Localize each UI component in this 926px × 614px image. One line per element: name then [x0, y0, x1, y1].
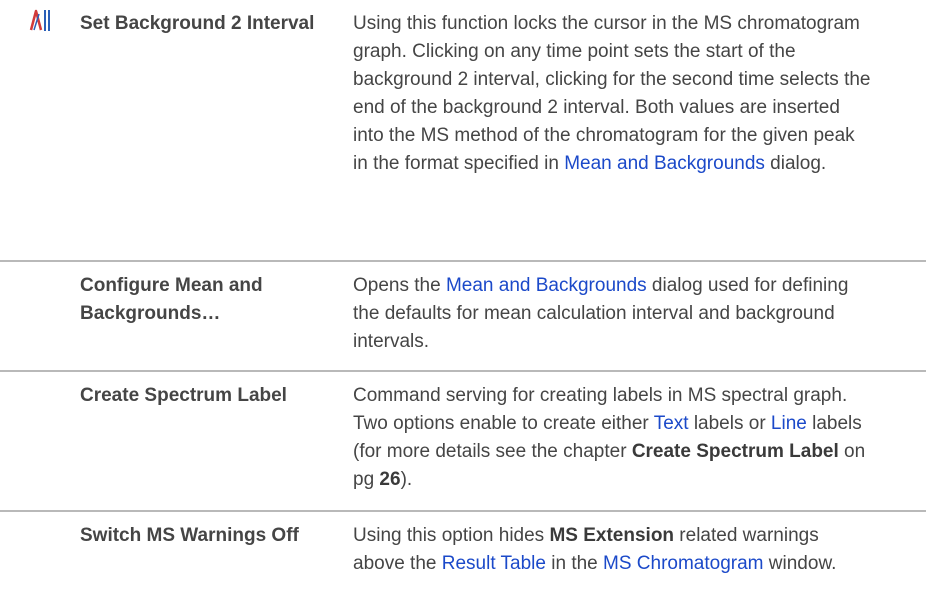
mean-and-backgrounds-link[interactable]: Mean and Backgrounds	[446, 275, 647, 296]
command-description: Using this option hides MS Extension rel…	[353, 522, 873, 578]
text-link[interactable]: Text	[654, 413, 689, 434]
command-description: Opens the Mean and Backgrounds dialog us…	[353, 272, 873, 356]
command-name: Configure Mean and Backgrounds…	[80, 275, 263, 324]
result-table-link[interactable]: Result Table	[442, 553, 546, 574]
description-text: Opens the	[353, 275, 446, 296]
mean-and-backgrounds-link[interactable]: Mean and Backgrounds	[564, 153, 765, 174]
chapter-reference: Create Spectrum Label	[631, 441, 839, 462]
line-link[interactable]: Line	[771, 413, 807, 434]
command-name: Create Spectrum Label	[80, 385, 287, 406]
description-text: ).	[400, 469, 413, 490]
page-number: 26	[379, 469, 401, 490]
command-name: Switch MS Warnings Off	[80, 525, 299, 546]
command-name: Set Background 2 Interval	[80, 13, 315, 34]
description-text: in the	[545, 553, 604, 574]
description-text: dialog.	[764, 153, 827, 174]
row-separator	[0, 510, 926, 512]
ms-chromatogram-link[interactable]: MS Chromatogram	[603, 553, 764, 574]
row-separator	[0, 260, 926, 262]
description-text: Using this option hides	[353, 525, 550, 546]
description-text: window.	[763, 553, 837, 574]
description-text: Using this function locks the cursor in …	[353, 13, 871, 174]
command-description: Command serving for creating labels in M…	[353, 382, 873, 494]
command-description: Using this function locks the cursor in …	[353, 10, 873, 178]
row-separator	[0, 370, 926, 372]
emphasis-text: MS Extension	[549, 525, 675, 546]
description-text: labels or	[688, 413, 771, 434]
background-interval-icon	[28, 8, 68, 39]
